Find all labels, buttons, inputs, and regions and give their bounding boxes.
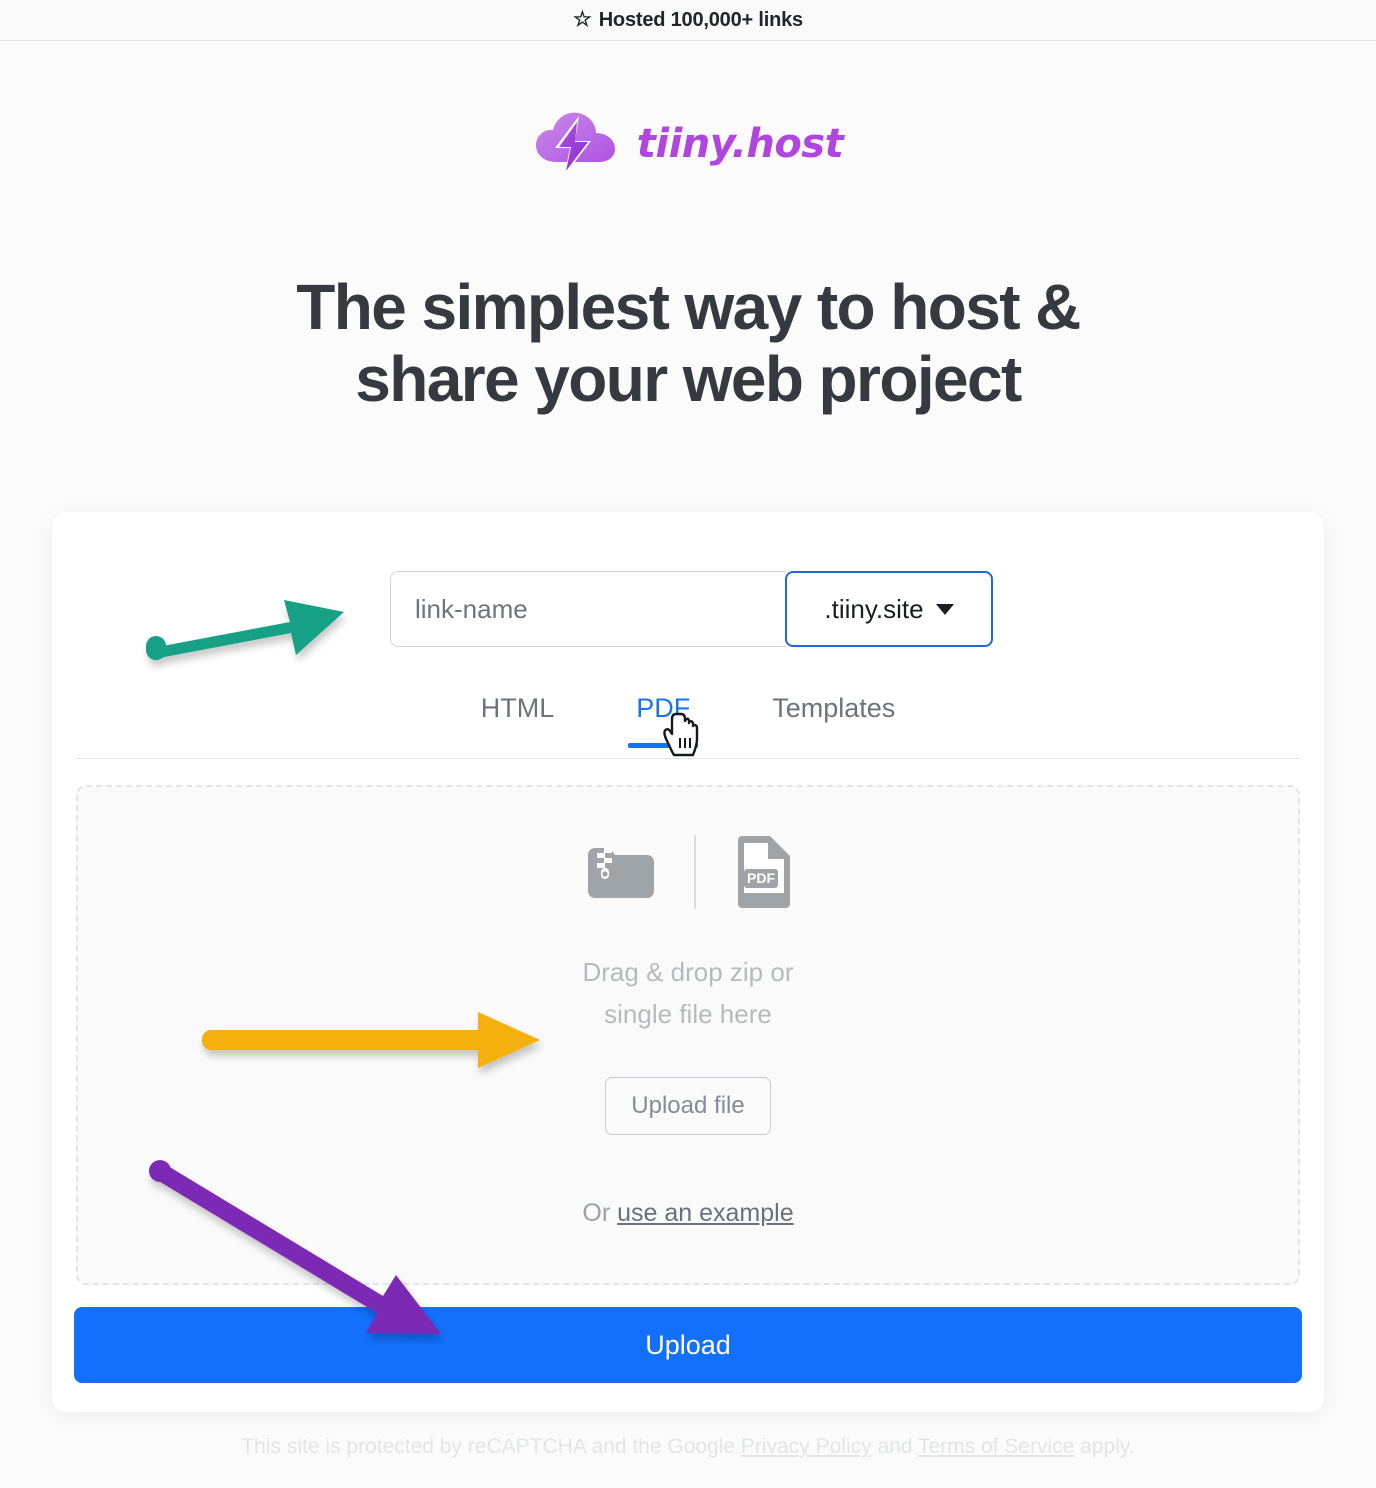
dropzone-instruction-line-2: single file here: [604, 998, 772, 1029]
upload-card: .tiiny.site HTML PDF Templates: [52, 512, 1324, 1412]
zip-folder-icon: [588, 848, 654, 898]
dropzone-instruction: Drag & drop zip or single file here: [583, 952, 794, 1035]
upload-type-tabs: HTML PDF Templates: [76, 687, 1300, 759]
privacy-policy-link[interactable]: Privacy Policy: [741, 1435, 872, 1458]
footer-suffix: apply.: [1074, 1435, 1135, 1458]
page-title: The simplest way to host & share your we…: [0, 271, 1376, 415]
use-example-prefix: Or: [582, 1199, 618, 1228]
announcement-bar: ☆ Hosted 100,000+ links: [0, 0, 1376, 41]
site-url-row: .tiiny.site: [390, 571, 993, 647]
brand-logo[interactable]: tiiny.host: [0, 108, 1376, 180]
footer-middle: and: [871, 1435, 918, 1458]
tab-templates[interactable]: Templates: [764, 687, 903, 746]
icon-divider: [694, 835, 696, 909]
brand-name: tiiny.host: [636, 121, 844, 167]
recaptcha-footer: This site is protected by reCAPTCHA and …: [0, 1435, 1376, 1459]
use-example-row: Or use an example: [582, 1199, 793, 1228]
svg-text:PDF: PDF: [747, 870, 775, 886]
dropzone-instruction-line-1: Drag & drop zip or: [582, 957, 794, 987]
link-name-input[interactable]: [390, 571, 786, 647]
footer-prefix: This site is protected by reCAPTCHA and …: [241, 1435, 741, 1458]
announcement-label: Hosted 100,000+ links: [598, 8, 803, 31]
chevron-down-icon: [935, 603, 954, 615]
upload-file-button[interactable]: Upload file: [605, 1077, 771, 1136]
dropzone-icons: PDF: [584, 835, 792, 909]
hero-line-1: The simplest way to host &: [296, 271, 1081, 343]
use-example-link[interactable]: use an example: [617, 1199, 794, 1227]
tld-dropdown[interactable]: .tiiny.site: [785, 571, 993, 647]
announcement-text: ☆ Hosted 100,000+ links: [573, 9, 803, 32]
tab-pdf[interactable]: PDF: [628, 687, 699, 748]
terms-of-service-link[interactable]: Terms of Service: [918, 1435, 1074, 1458]
page-root: ☆ Hosted 100,000+ links tiiny.host The si…: [0, 0, 1376, 1488]
tab-html[interactable]: HTML: [473, 687, 563, 746]
star-icon: ☆: [573, 7, 592, 31]
tld-selected-value: .tiiny.site: [824, 593, 924, 624]
pdf-file-icon: PDF: [738, 836, 790, 908]
upload-button[interactable]: Upload: [74, 1307, 1302, 1383]
hero-line-2: share your web project: [355, 342, 1022, 415]
file-dropzone[interactable]: PDF Drag & drop zip or single file here …: [76, 785, 1300, 1285]
cloud-lightning-logo-icon: [535, 112, 615, 176]
